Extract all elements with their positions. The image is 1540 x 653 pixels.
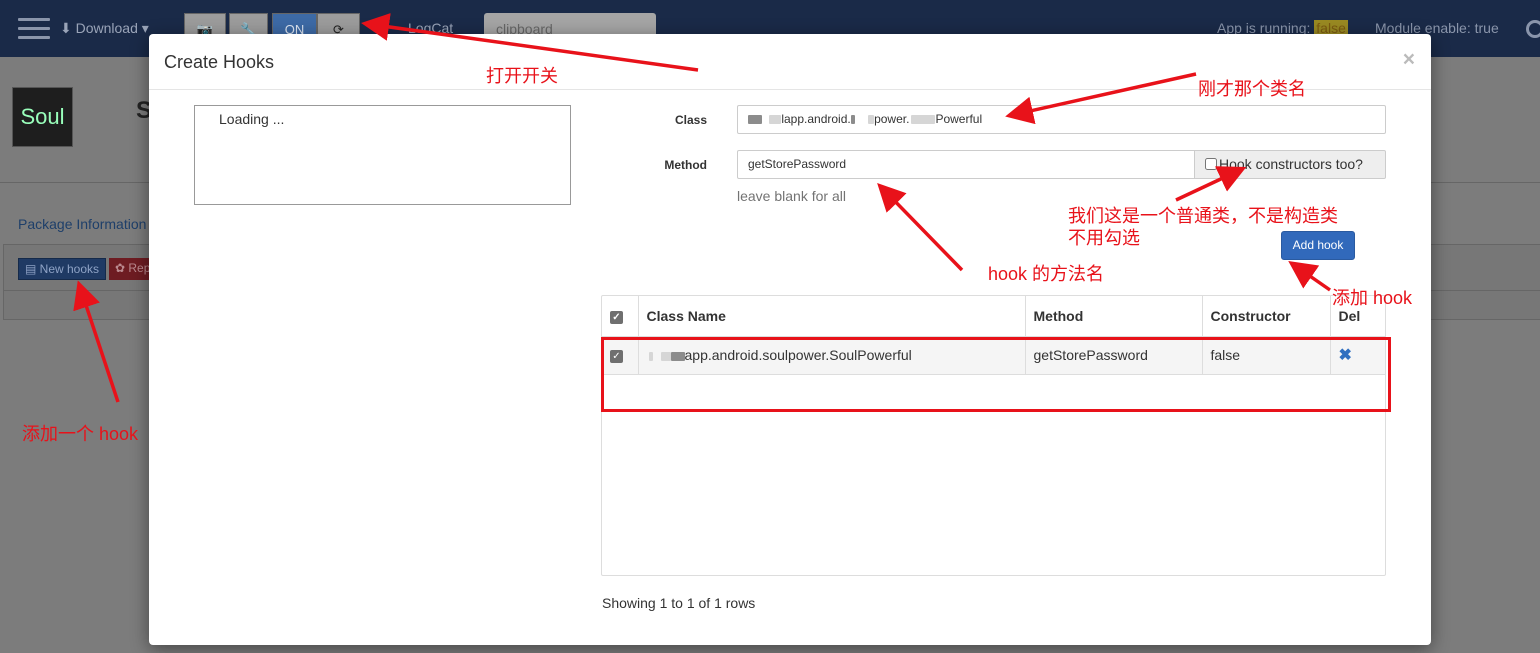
- arrow-add-hook: [1288, 261, 1331, 292]
- annotation-open-switch: 打开开关: [486, 66, 558, 86]
- annotation-method-name: hook 的方法名: [988, 264, 1105, 284]
- annotation-add-hook: 添加 hook: [1332, 288, 1413, 308]
- arrow-constructor: [1175, 166, 1247, 202]
- arrow-new-hooks: [73, 280, 120, 403]
- annotation-arrows: [73, 13, 1331, 403]
- annotation-add-one-hook: 添加一个 hook: [22, 424, 139, 444]
- annotation-class-name: 刚才那个类名: [1198, 79, 1306, 99]
- arrow-class-name: [1005, 72, 1197, 125]
- arrow-method-name: [877, 182, 964, 272]
- annotation-no-check: 不用勾选: [1068, 228, 1140, 248]
